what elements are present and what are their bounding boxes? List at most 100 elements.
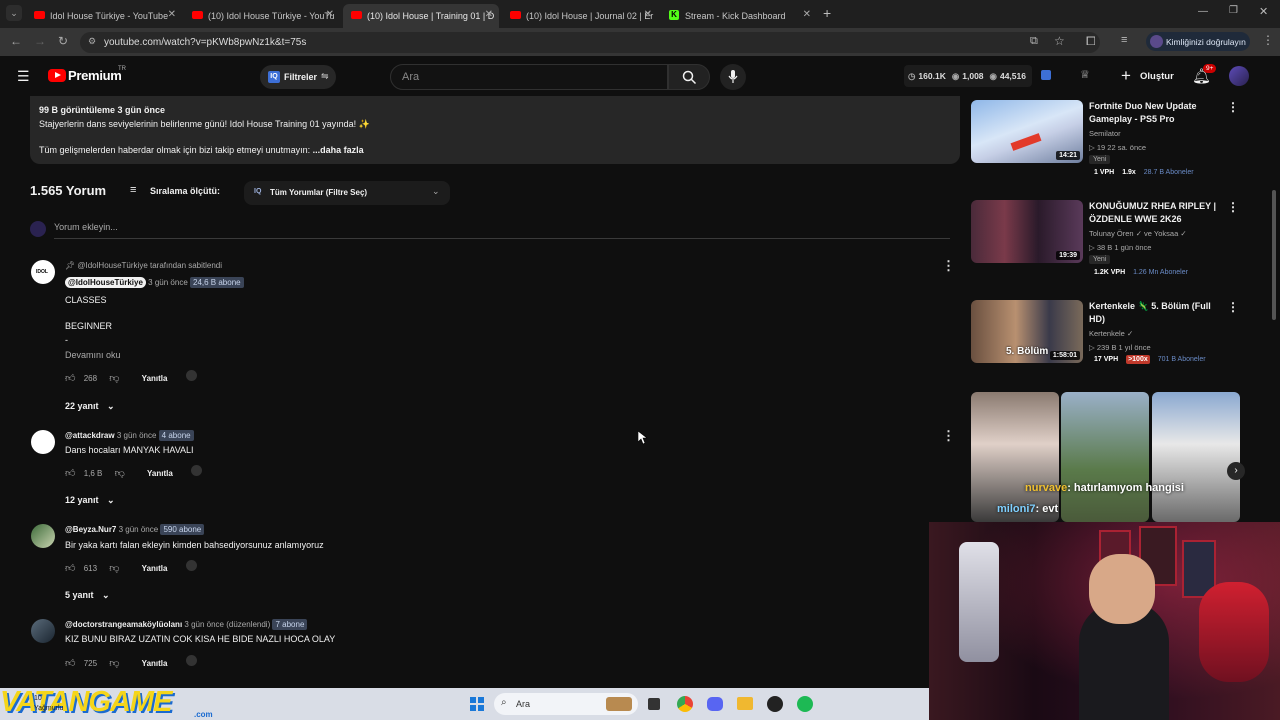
dislike-icon[interactable]: 👎︎ xyxy=(109,658,119,669)
video-title[interactable]: KONUĞUMUZ RHEA RIPLEY | ÖZDENLE WWE 2K26 xyxy=(1089,200,1219,226)
view-replies-button[interactable]: 12 yanıt ⌄ xyxy=(65,495,115,506)
new-tab-icon[interactable]: + xyxy=(823,5,831,21)
show-more-link[interactable]: ...daha fazla xyxy=(313,145,364,155)
like-icon[interactable]: 👍︎ xyxy=(65,373,75,384)
channel-name[interactable]: Kertenkele ✓ xyxy=(1089,329,1133,338)
dislike-icon[interactable]: 👎︎ xyxy=(109,563,119,574)
ext-trophy-icon[interactable]: ♕ xyxy=(1080,68,1090,81)
youtube-logo-icon[interactable] xyxy=(48,69,66,82)
windows-start-icon[interactable] xyxy=(470,697,484,711)
obs-icon[interactable] xyxy=(767,696,783,712)
ext-iq-icon[interactable] xyxy=(1041,70,1051,80)
reply-button[interactable]: Yanıtla xyxy=(142,374,168,383)
search-button[interactable] xyxy=(668,64,710,90)
page-scrollbar[interactable] xyxy=(1272,190,1276,320)
reply-button[interactable]: Yanıtla xyxy=(142,564,168,573)
close-tab-icon[interactable]: ✕ xyxy=(326,9,334,20)
comment-time[interactable]: 3 gün önce xyxy=(119,525,159,534)
browser-tab-1[interactable]: Idol House Türkiye - YouTube ✕ xyxy=(26,4,182,28)
close-tab-icon[interactable]: ✕ xyxy=(485,9,493,20)
reaction-icon[interactable] xyxy=(185,370,197,381)
channel-avatar[interactable]: IDOL xyxy=(31,260,55,284)
add-comment-input[interactable]: Yorum ekleyin... xyxy=(54,222,950,239)
tab-list-icon[interactable]: ⌄ xyxy=(6,5,22,21)
close-window-icon[interactable]: ✕ xyxy=(1259,5,1268,18)
read-more-link[interactable]: Devamını oku xyxy=(65,350,121,360)
view-replies-button[interactable]: 5 yanıt ⌄ xyxy=(65,590,110,601)
voice-search-button[interactable] xyxy=(720,64,746,90)
video-title[interactable]: Kertenkele 🦎 5. Bölüm (Full HD) xyxy=(1089,300,1219,326)
extensions-icon[interactable]: ⧠ xyxy=(1086,34,1096,49)
related-video[interactable]: 5. Bölüm 1:58:01 Kertenkele 🦎 5. Bölüm (… xyxy=(971,300,1261,375)
reply-button[interactable]: Yanıtla xyxy=(142,659,168,668)
close-tab-icon[interactable]: ✕ xyxy=(644,9,652,20)
short-thumbnail[interactable] xyxy=(1152,392,1240,522)
back-icon[interactable]: ← xyxy=(10,34,22,48)
discord-icon[interactable] xyxy=(707,697,723,711)
dislike-icon[interactable]: 👎︎ xyxy=(109,373,119,384)
taskbar-search[interactable]: ⌕ Ara xyxy=(494,693,638,715)
reaction-icon[interactable] xyxy=(185,560,197,571)
video-thumbnail[interactable]: 5. Bölüm 1:58:01 xyxy=(971,300,1083,363)
channel-name[interactable]: Semilator xyxy=(1089,129,1121,138)
minimize-icon[interactable]: — xyxy=(1198,6,1208,17)
comment-time[interactable]: 3 gün önce xyxy=(117,431,157,440)
user-avatar[interactable] xyxy=(1229,66,1249,86)
comment-time[interactable]: 3 gün önce xyxy=(148,278,188,287)
url-field[interactable]: ⚙ youtube.com/watch?v=pKWb8pwNz1k&t=75s … xyxy=(80,32,1100,53)
youtube-logo-text[interactable]: Premium xyxy=(68,68,122,83)
video-menu-icon[interactable]: ⋮ xyxy=(1227,100,1239,114)
close-tab-icon[interactable]: ✕ xyxy=(168,9,176,20)
related-video[interactable]: 14:21 Fortnite Duo New Update Gameplay -… xyxy=(971,100,1261,190)
browser-tab-4[interactable]: (10) Idol House | Journal 02 | Er ✕ xyxy=(502,4,658,28)
video-description[interactable]: 99 B görüntüleme 3 gün önce Stajyerlerin… xyxy=(30,96,960,164)
like-icon[interactable]: 👍︎ xyxy=(65,658,75,669)
comment-menu-icon[interactable]: ⋮ xyxy=(942,258,955,274)
spotify-icon[interactable] xyxy=(797,696,813,712)
channel-name[interactable]: Tolunay Ören ✓ ve Yoksaa ✓ xyxy=(1089,229,1187,238)
chevron-right-icon[interactable]: › xyxy=(1227,462,1245,480)
user-avatar[interactable] xyxy=(31,524,55,548)
browser-tab-2[interactable]: (10) Idol House Türkiye - YouTu ✕ xyxy=(184,4,340,28)
restore-icon[interactable]: ❐ xyxy=(1229,5,1238,16)
reaction-icon[interactable] xyxy=(191,465,203,476)
short-thumbnail[interactable] xyxy=(1061,392,1149,522)
comment-author[interactable]: @attackdraw xyxy=(65,431,115,440)
view-replies-button[interactable]: 22 yanıt ⌄ xyxy=(65,401,115,412)
site-info-icon[interactable]: ⚙ xyxy=(88,36,96,47)
browser-tab-5[interactable]: K Stream - Kick Dashboard ✕ xyxy=(661,4,817,28)
related-video[interactable]: 19:39 KONUĞUMUZ RHEA RIPLEY | ÖZDENLE WW… xyxy=(971,200,1261,290)
like-icon[interactable]: 👍︎ xyxy=(65,563,75,574)
comment-menu-icon[interactable]: ⋮ xyxy=(942,428,955,444)
reaction-icon[interactable] xyxy=(185,655,197,666)
close-tab-icon[interactable]: ✕ xyxy=(803,9,811,20)
video-menu-icon[interactable]: ⋮ xyxy=(1227,200,1239,214)
sort-button[interactable]: ≡ Sıralama ölçütü: xyxy=(130,184,230,199)
user-avatar[interactable] xyxy=(31,430,55,454)
dislike-icon[interactable]: 👎︎ xyxy=(115,468,125,479)
comment-filter-dropdown[interactable]: IQ Tüm Yorumlar (Filtre Seç) ⌄ xyxy=(244,181,450,205)
install-app-icon[interactable]: ⧉ xyxy=(1030,35,1038,48)
like-icon[interactable]: 👍︎ xyxy=(65,468,75,479)
forward-icon[interactable]: → xyxy=(34,34,46,48)
profile-verify-button[interactable]: Kimliğinizi doğrulayın xyxy=(1146,32,1250,51)
reply-button[interactable]: Yanıtla xyxy=(147,469,173,478)
comment-author-chip[interactable]: @IdolHouseTürkiye xyxy=(65,277,146,288)
task-view-icon[interactable] xyxy=(648,698,660,710)
menu-hamburger-icon[interactable]: ☰ xyxy=(17,68,30,85)
comment-time[interactable]: 3 gün önce (düzenlendi) xyxy=(184,620,270,629)
file-explorer-icon[interactable] xyxy=(737,697,753,710)
video-thumbnail[interactable]: 19:39 xyxy=(971,200,1083,263)
browser-tab-3[interactable]: (10) Idol House | Training 01 | D ✕ xyxy=(343,4,499,28)
comment-author[interactable]: @doctorstrangeamaköylüolanı xyxy=(65,620,182,629)
video-thumbnail[interactable]: 14:21 xyxy=(971,100,1083,163)
browser-menu-icon[interactable]: ⋮ xyxy=(1262,33,1274,47)
media-icon[interactable]: ≡ xyxy=(1121,34,1127,46)
comment-author[interactable]: @Beyza.Nur7 xyxy=(65,525,116,534)
create-button[interactable]: + Oluştur xyxy=(1116,65,1176,89)
video-title[interactable]: Fortnite Duo New Update Gameplay - PS5 P… xyxy=(1089,100,1219,126)
search-input[interactable]: Ara xyxy=(390,64,668,90)
user-avatar[interactable] xyxy=(31,619,55,643)
filters-button[interactable]: IQ Filtreler ⇋ xyxy=(260,65,336,89)
video-menu-icon[interactable]: ⋮ xyxy=(1227,300,1239,314)
